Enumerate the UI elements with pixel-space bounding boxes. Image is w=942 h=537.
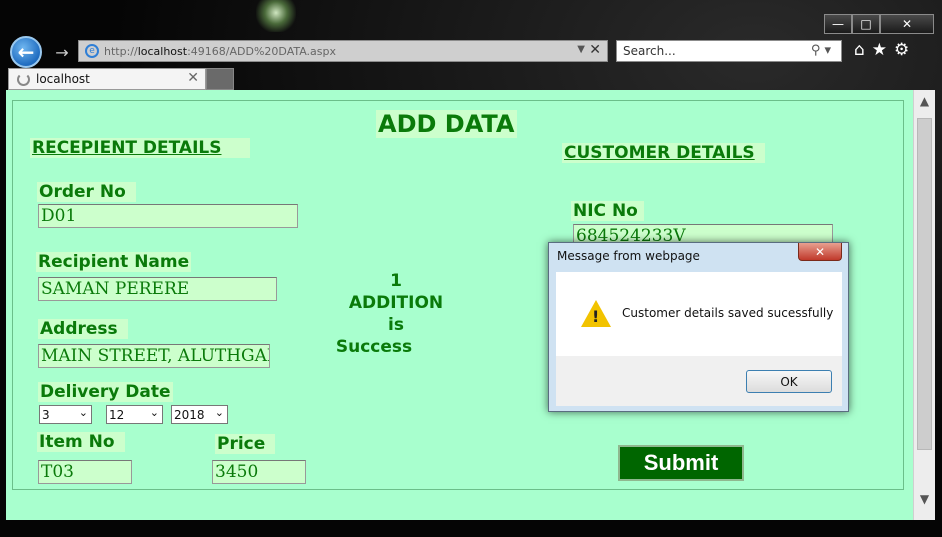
close-icon[interactable]: ✕: [798, 243, 842, 261]
scroll-up-icon[interactable]: ▲: [914, 94, 935, 108]
address-label: Address: [38, 319, 128, 339]
url-host: localhost: [137, 44, 188, 58]
dialog-message: Customer details saved sucessfully: [622, 306, 834, 320]
item-no-field[interactable]: T03: [38, 460, 132, 484]
month-select[interactable]: 12 ⌄: [106, 405, 163, 424]
close-window-button[interactable]: ✕: [880, 14, 934, 34]
month-value: 12: [109, 407, 125, 422]
star-icon[interactable]: ★: [872, 40, 887, 60]
status-line: 1: [390, 271, 402, 291]
day-value: 3: [42, 407, 50, 422]
recipient-name-field[interactable]: SAMAN PERERE: [38, 277, 277, 301]
toolbar-icons: ⌂ ★ ⚙: [854, 40, 909, 60]
url-prefix: http://: [104, 44, 138, 58]
close-tab-icon[interactable]: ✕: [187, 70, 199, 86]
new-tab-button[interactable]: [206, 68, 234, 90]
address-bar[interactable]: e http://localhost:49168/ADD%20DATA.aspx…: [78, 40, 608, 62]
search-input[interactable]: Search... ⚲ ▾: [616, 40, 842, 62]
address-field[interactable]: MAIN STREET, ALUTHGAMA: [38, 344, 270, 368]
back-arrow-icon[interactable]: ←: [10, 36, 42, 68]
year-value: 2018: [174, 407, 205, 422]
status-message: 1 ADDITION is Success: [336, 270, 456, 358]
recipient-name-label: Recipient Name: [36, 252, 192, 272]
nic-label: NIC No: [571, 201, 644, 221]
minimize-button[interactable]: —: [824, 14, 852, 34]
tab-bar: localhost ✕: [0, 68, 942, 90]
order-no-label: Order No: [37, 182, 136, 202]
message-dialog: Message from webpage ✕ ! Customer detail…: [548, 242, 849, 412]
tab-label: localhost: [36, 72, 90, 86]
ok-button[interactable]: OK: [746, 370, 832, 393]
dialog-title: Message from webpage: [557, 249, 700, 263]
search-placeholder: Search...: [623, 44, 676, 58]
status-line: is: [388, 315, 404, 335]
navigation-bar: ← → e http://localhost:49168/ADD%20DATA.…: [0, 36, 942, 68]
stop-icon[interactable]: ✕: [589, 42, 601, 58]
order-no-field[interactable]: D01: [38, 204, 298, 228]
price-label: Price: [215, 434, 276, 454]
tab-localhost[interactable]: localhost ✕: [8, 68, 206, 90]
year-select[interactable]: 2018 ⌄: [171, 405, 228, 424]
warning-mark: !: [592, 307, 600, 326]
chevron-down-icon[interactable]: ▼: [577, 44, 585, 55]
status-line: Success: [335, 337, 413, 357]
chevron-down-icon: ⌄: [149, 406, 159, 419]
ie-page-icon: e: [85, 44, 99, 58]
window-controls: — □ ✕: [824, 14, 934, 34]
scroll-thumb[interactable]: [917, 118, 932, 450]
customer-heading: CUSTOMER DETAILS: [562, 143, 765, 163]
desktop-glow: [256, 0, 296, 32]
price-field[interactable]: 3450: [212, 460, 306, 484]
browser-window: — □ ✕ ← → e http://localhost:49168/ADD%2…: [0, 0, 942, 537]
item-no-label: Item No: [37, 432, 125, 452]
recipient-heading: RECEPIENT DETAILS: [30, 138, 250, 158]
maximize-button[interactable]: □: [852, 14, 880, 34]
dialog-body: ! Customer details saved sucessfully: [556, 272, 842, 356]
scroll-down-icon[interactable]: ▼: [914, 492, 935, 506]
submit-button[interactable]: Submit: [618, 445, 744, 481]
delivery-date-label: Delivery Date: [38, 382, 173, 402]
status-line: ADDITION: [348, 293, 444, 313]
chevron-down-icon: ⌄: [214, 406, 224, 419]
day-select[interactable]: 3 ⌄: [39, 405, 92, 424]
chevron-down-icon: ⌄: [78, 406, 88, 419]
page-title: ADD DATA: [376, 110, 517, 138]
url-rest: :49168/ADD%20DATA.aspx: [187, 44, 337, 58]
magnifier-icon[interactable]: ⚲ ▾: [811, 43, 831, 58]
forward-arrow-icon[interactable]: →: [52, 42, 72, 62]
home-icon[interactable]: ⌂: [854, 40, 865, 60]
dialog-footer: OK: [556, 356, 842, 406]
gear-icon[interactable]: ⚙: [894, 40, 909, 60]
loading-icon: [17, 72, 30, 86]
vertical-scrollbar[interactable]: ▲ ▼: [913, 90, 935, 520]
